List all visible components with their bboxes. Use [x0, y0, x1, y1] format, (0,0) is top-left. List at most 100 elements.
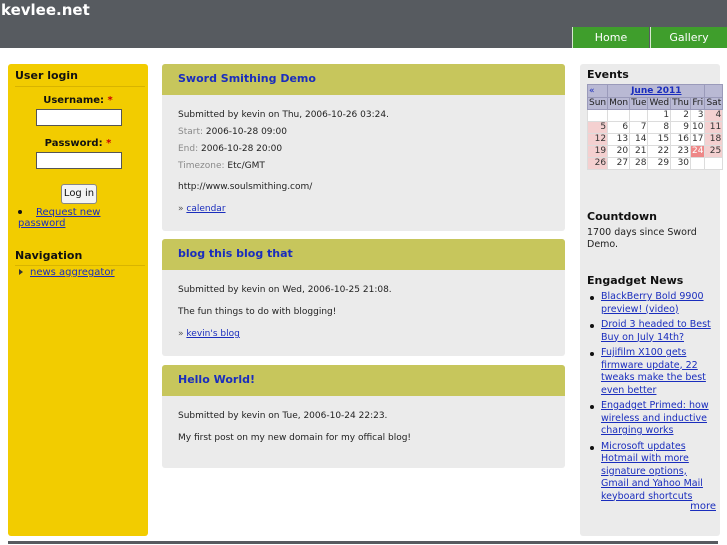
calendar-day-cell[interactable]: 1 [647, 109, 672, 122]
events-calendar: « June 2011 Sun Mon Tue Wed Thu Fri Sat 123456… [586, 84, 724, 170]
news-item-link[interactable]: BlackBerry Bold 9900 preview! (video) [601, 291, 704, 315]
footer-divider [8, 541, 718, 544]
site-header: kevlee.net Home Gallery [0, 0, 727, 48]
calendar-link[interactable]: calendar [186, 204, 225, 214]
calendar-day-cell[interactable]: 15 [647, 133, 672, 146]
node-hello-world: Hello World! Submitted by kevin on Tue, … [162, 365, 565, 468]
event-start: Start: 2006-10-28 09:00 [178, 124, 565, 141]
site-name[interactable]: kevlee.net [1, 0, 90, 20]
calendar-day-header: Mon [607, 97, 631, 110]
node-submitted: Submitted by kevin on Thu, 2006-10-26 03… [178, 110, 389, 120]
calendar-day-cell[interactable]: 5 [586, 121, 609, 134]
calendar-day-cell[interactable]: 10 [689, 121, 706, 134]
node-sword-smithing: Sword Smithing Demo Submitted by kevin o… [162, 64, 565, 231]
calendar-day-cell[interactable]: 16 [670, 133, 692, 146]
node-header: Sword Smithing Demo [162, 64, 565, 95]
event-end-label: End: [178, 144, 199, 154]
calendar-day-cell[interactable]: 19 [586, 145, 609, 158]
engadget-news-title: Engadget News [587, 274, 684, 287]
calendar-prev-link[interactable]: « [586, 84, 609, 98]
calendar-day-header: Wed [647, 97, 672, 110]
calendar-day-header: Sat [704, 97, 724, 110]
nav-home-tab[interactable]: Home [572, 27, 649, 48]
countdown-title: Countdown [587, 210, 657, 223]
request-password-link[interactable]: Request new password [18, 207, 100, 229]
news-item: Microsoft updates Hotmail with more sign… [587, 441, 717, 504]
calendar-day-cell[interactable]: 3 [689, 109, 706, 122]
calendar-day-cell[interactable]: 2 [670, 109, 692, 122]
calendar-day-cell[interactable]: 6 [607, 121, 631, 134]
calendar-day-cell[interactable]: 18 [704, 133, 724, 146]
calendar-day-cell [607, 109, 631, 122]
news-item-link[interactable]: Fujifilm X100 gets firmware update, 22 t… [601, 347, 706, 396]
password-label-text: Password: [44, 138, 103, 149]
calendar-day-cell[interactable]: 9 [670, 121, 692, 134]
calendar-day-cell[interactable]: 12 [586, 133, 609, 146]
node-title-link[interactable]: Sword Smithing Demo [178, 72, 316, 85]
nav-gallery-tab[interactable]: Gallery [650, 27, 727, 48]
calendar-day-cell[interactable]: 7 [629, 121, 649, 134]
calendar-day-cell[interactable]: 8 [647, 121, 672, 134]
navigation-divider [15, 265, 145, 266]
calendar-day-cell[interactable]: 28 [629, 157, 649, 170]
event-end-value: 2006-10-28 20:00 [201, 144, 283, 154]
calendar-day-cell[interactable]: 26 [586, 157, 609, 170]
node-body-text: My first post on my new domain for my of… [178, 433, 412, 443]
calendar-day-cell [689, 157, 706, 170]
news-item: BlackBerry Bold 9900 preview! (video) [587, 291, 717, 316]
calendar-week-row: 19 20 21 22 23 24 25 [586, 145, 724, 158]
calendar-day-cell[interactable]: 27 [607, 157, 631, 170]
calendar-day-cell[interactable]: 20 [607, 145, 631, 158]
username-label-text: Username: [43, 95, 105, 106]
node-title-link[interactable]: blog this blog that [178, 247, 293, 260]
node-header: Hello World! [162, 365, 565, 396]
username-input[interactable] [36, 109, 122, 126]
node-body-text: http://www.soulsmithing.com/ [178, 182, 313, 192]
node-links: » kevin's blog [178, 326, 565, 343]
calendar-day-cell[interactable]: 22 [647, 145, 672, 158]
calendar-week-row: 12 13 14 15 16 17 18 [586, 133, 724, 146]
event-timezone-label: Timezone: [178, 161, 225, 171]
calendar-week-row: 5 6 7 8 9 10 11 [586, 121, 724, 134]
calendar-day-cell [629, 109, 649, 122]
calendar-weeks: 1 2 3 4 5 6 7 8 9 10 11 12 13 14 15 16 17 18 19 20 21 22 23 24 2… [586, 109, 724, 170]
calendar-day-cell[interactable]: 30 [670, 157, 692, 170]
more-news-link[interactable]: more [690, 501, 716, 512]
calendar-header-row: « June 2011 [586, 84, 724, 98]
node-links: » calendar [178, 201, 565, 218]
calendar-day-cell[interactable]: 24 [689, 145, 706, 158]
calendar-week-row: 1234 [586, 109, 724, 122]
news-item: Fujifilm X100 gets firmware update, 22 t… [587, 347, 717, 397]
calendar-month-link[interactable]: June 2011 [607, 84, 706, 98]
navigation-item: news aggregator [19, 267, 115, 278]
calendar-day-cell[interactable]: 23 [670, 145, 692, 158]
node-blog-this-blog-that: blog this blog that Submitted by kevin o… [162, 239, 565, 356]
request-password-item: Request new password [18, 207, 148, 229]
news-aggregator-link[interactable]: news aggregator [30, 267, 115, 278]
calendar-day-cell[interactable]: 17 [689, 133, 706, 146]
news-item-link[interactable]: Engadget Primed: how wireless and induct… [601, 400, 709, 436]
calendar-day-cell[interactable]: 4 [704, 109, 724, 122]
calendar-day-cell[interactable]: 25 [704, 145, 724, 158]
password-input[interactable] [36, 152, 122, 169]
right-sidebar: Events « June 2011 Sun Mon Tue Wed Thu Fri Sat… [580, 64, 724, 536]
user-login-title: User login [15, 69, 78, 82]
calendar-day-cell[interactable]: 29 [647, 157, 672, 170]
news-item-link[interactable]: Microsoft updates Hotmail with more sign… [601, 441, 703, 502]
calendar-next-link[interactable] [704, 84, 724, 98]
password-label: Password: * [8, 138, 148, 149]
node-title-link[interactable]: Hello World! [178, 373, 255, 386]
password-required-marker: * [106, 138, 112, 149]
login-button[interactable]: Log in [61, 184, 97, 204]
calendar-day-cell[interactable]: 13 [607, 133, 631, 146]
node-submitted: Submitted by kevin on Wed, 2006-10-25 21… [178, 285, 392, 295]
calendar-day-cell[interactable]: 11 [704, 121, 724, 134]
raquo-icon: » [178, 329, 184, 339]
news-item-link[interactable]: Droid 3 headed to Best Buy on July 14th? [601, 319, 711, 343]
kevins-blog-link[interactable]: kevin's blog [186, 329, 239, 339]
event-timezone-value: Etc/GMT [227, 161, 265, 171]
calendar-day-cell[interactable]: 14 [629, 133, 649, 146]
calendar-day-cell[interactable]: 21 [629, 145, 649, 158]
calendar-day-header: Tue [629, 97, 649, 110]
username-required-marker: * [107, 95, 113, 106]
